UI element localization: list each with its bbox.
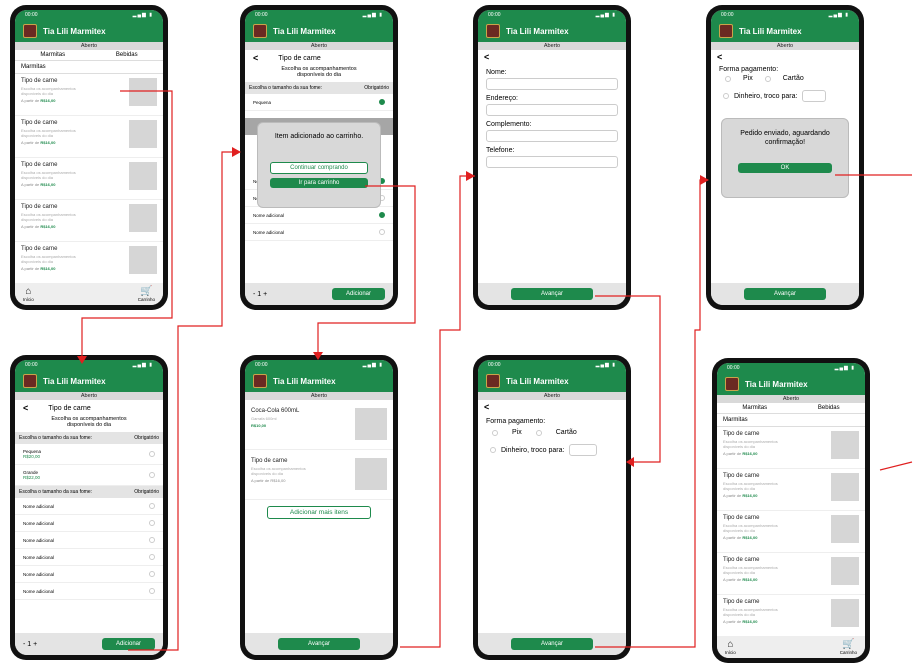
flow-arrow [595,179,708,648]
arrow-head [313,352,323,360]
flow-arrow [595,295,661,463]
flow-arrow [879,461,913,471]
flow-arrow [400,175,475,648]
arrow-head [232,147,241,157]
flow-arrow [128,151,240,651]
arrow-head [466,171,475,181]
flow-arrow [81,90,173,362]
arrow-head [626,457,634,467]
arrow-head [77,356,87,364]
arrow-head [700,175,709,185]
flow-arrow [317,185,416,358]
flow-arrows [77,90,913,651]
